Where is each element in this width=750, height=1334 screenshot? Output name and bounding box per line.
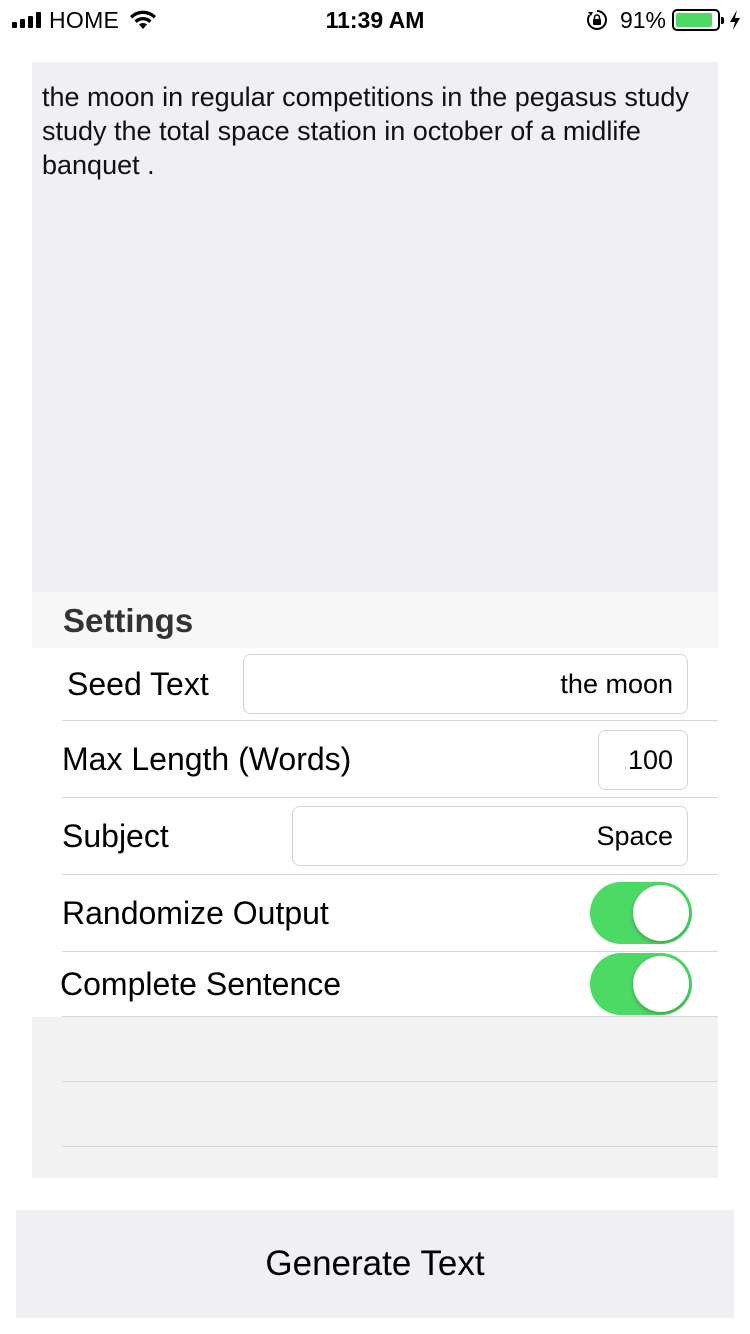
subject-row: Subject Space bbox=[62, 798, 718, 875]
randomize-output-toggle[interactable] bbox=[590, 882, 692, 944]
toggle-knob bbox=[633, 885, 689, 941]
seed-text-row: Seed Text the moon bbox=[62, 648, 718, 721]
status-bar-right: 91% bbox=[586, 6, 742, 34]
generate-text-label: Generate Text bbox=[265, 1244, 485, 1283]
subject-field[interactable]: Space bbox=[292, 806, 688, 866]
status-bar: HOME 11:39 AM 91% bbox=[0, 0, 750, 40]
complete-sentence-label: Complete Sentence bbox=[60, 965, 342, 1002]
empty-row bbox=[62, 1082, 718, 1147]
generated-text: the moon in regular competitions in the … bbox=[42, 82, 689, 180]
battery-icon bbox=[672, 9, 724, 31]
settings-title: Settings bbox=[63, 602, 194, 639]
settings-table: Settings Seed Text the moon Max Length (… bbox=[32, 592, 718, 1178]
empty-row bbox=[62, 1017, 718, 1082]
orientation-lock-icon bbox=[586, 10, 607, 30]
toggle-knob bbox=[633, 956, 689, 1012]
max-length-row: Max Length (Words) 100 bbox=[62, 721, 718, 798]
complete-sentence-row: Complete Sentence bbox=[60, 952, 718, 1017]
max-length-label: Max Length (Words) bbox=[62, 740, 352, 777]
generate-text-button[interactable]: Generate Text bbox=[16, 1210, 734, 1318]
battery-level bbox=[676, 13, 713, 27]
settings-section-header: Settings bbox=[32, 592, 718, 648]
complete-sentence-toggle[interactable] bbox=[590, 953, 692, 1015]
seed-text-label: Seed Text bbox=[67, 665, 209, 702]
subject-label: Subject bbox=[62, 817, 169, 854]
charging-bolt-icon bbox=[730, 10, 740, 30]
max-length-field[interactable]: 100 bbox=[598, 730, 688, 790]
randomize-output-label: Randomize Output bbox=[62, 894, 329, 931]
battery-percent: 91% bbox=[619, 6, 666, 33]
settings-rows: Seed Text the moon Max Length (Words) 10… bbox=[32, 648, 718, 1017]
seed-text-field[interactable]: the moon bbox=[243, 654, 688, 714]
output-text-view[interactable]: the moon in regular competitions in the … bbox=[32, 62, 718, 592]
randomize-output-row: Randomize Output bbox=[62, 875, 718, 952]
